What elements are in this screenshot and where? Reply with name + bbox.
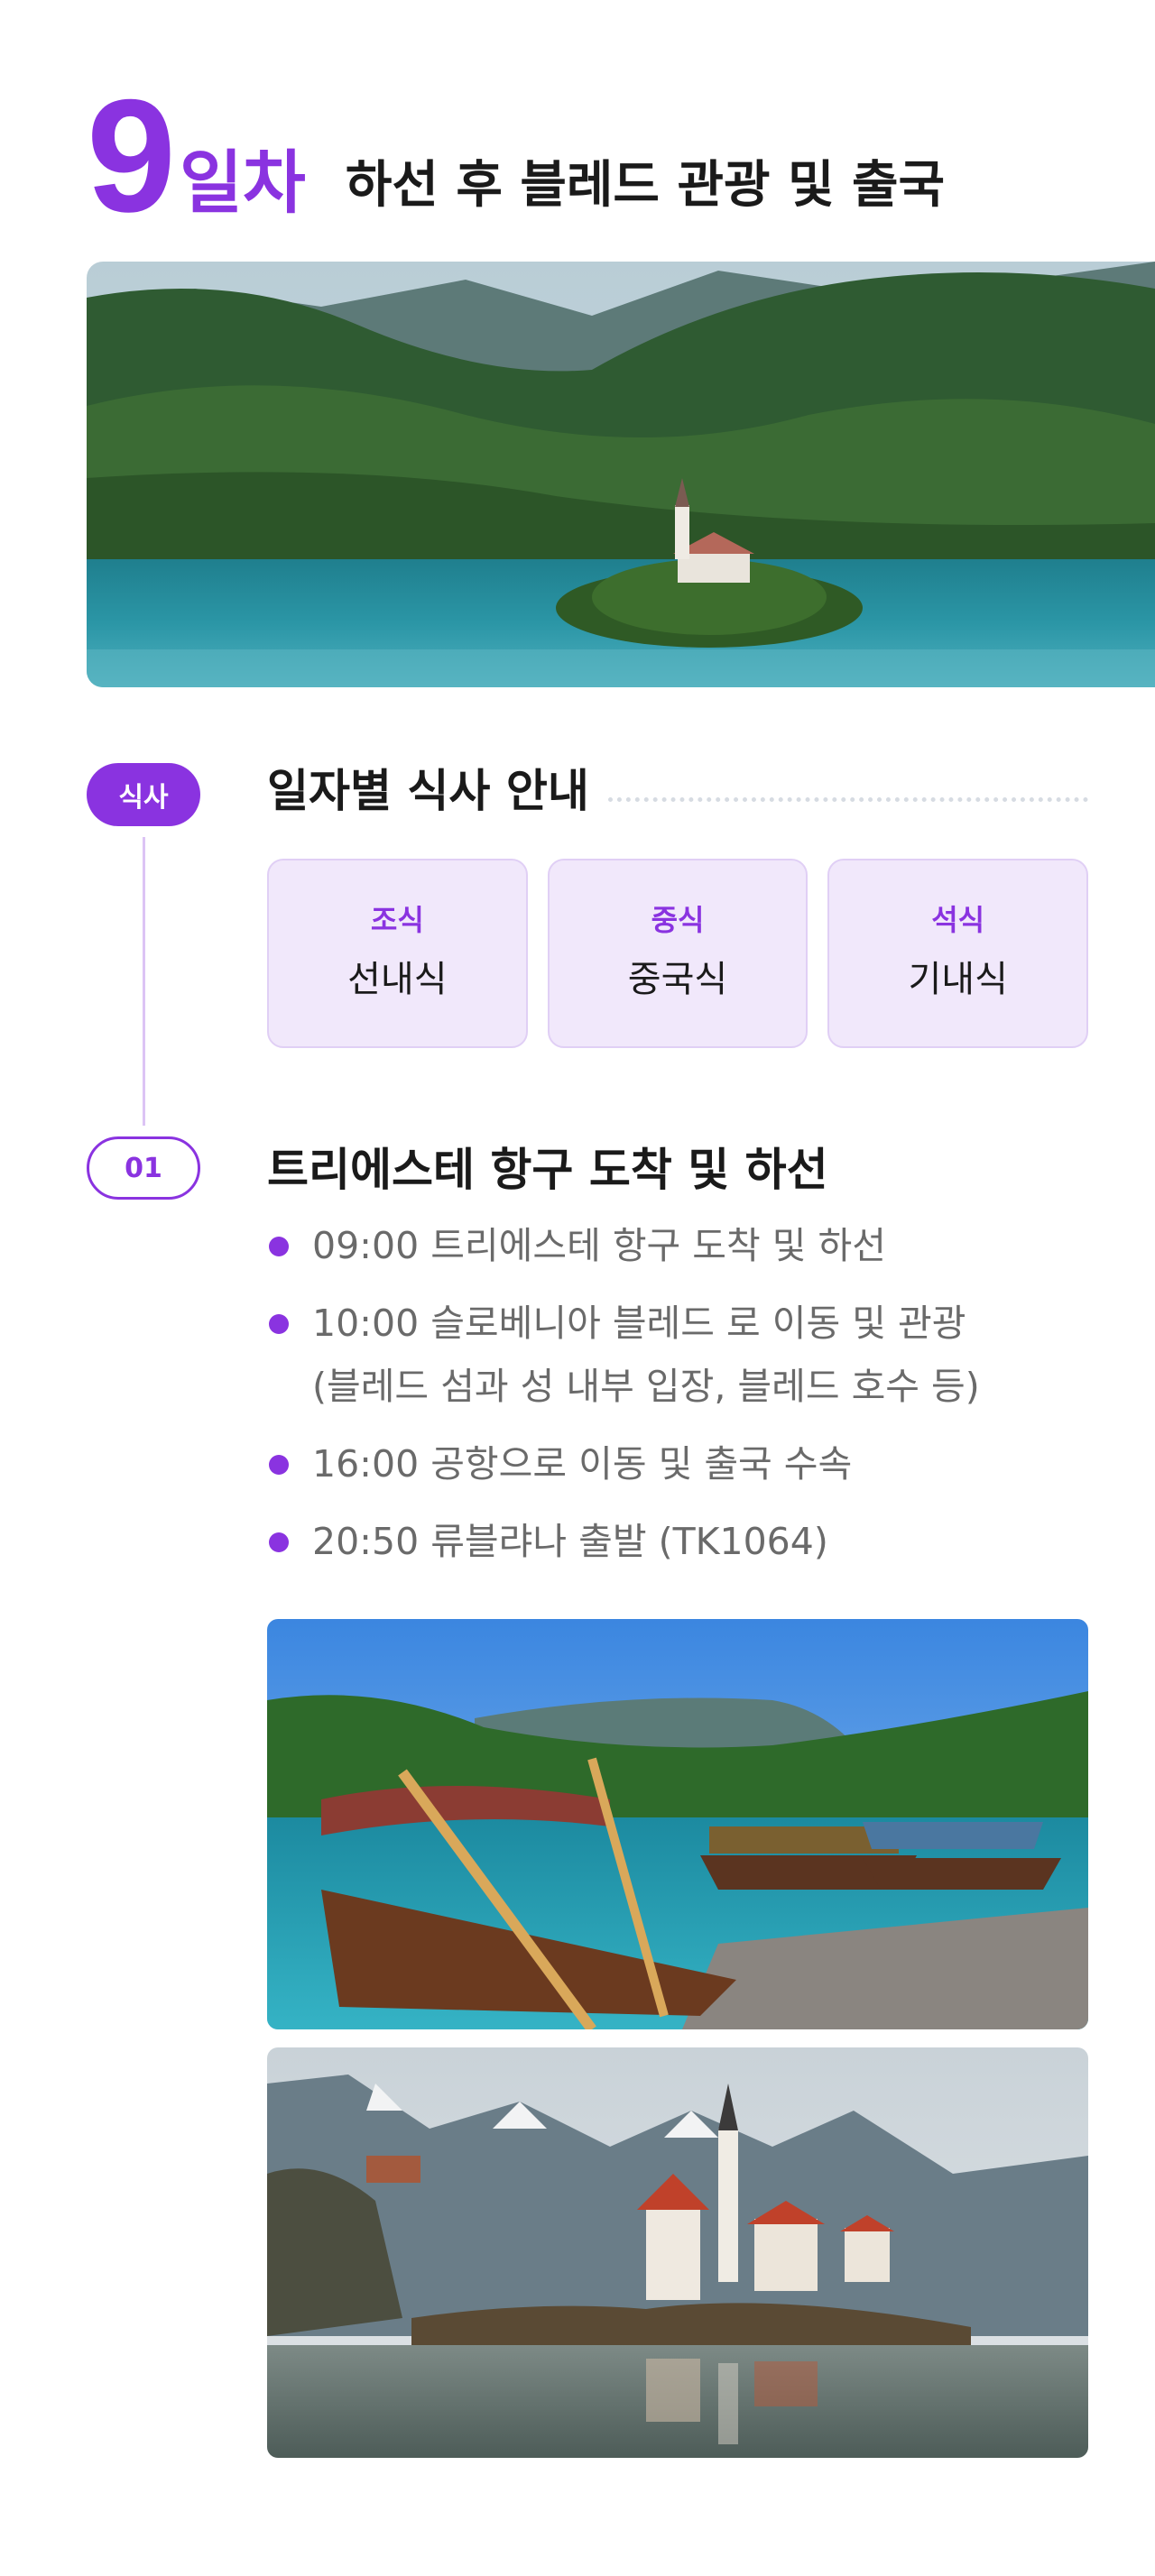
photo-bled-island-church: [267, 2047, 1088, 2458]
meal-value: 선내식: [347, 959, 448, 1000]
schedule-text: 20:50 류블랴나 출발 (TK1064): [312, 1520, 828, 1563]
bullet-dot-icon: [269, 1237, 289, 1256]
meal-card-breakfast: 조식 선내식: [267, 859, 528, 1048]
list-item: 10:00 슬로베니아 블레드 로 이동 및 관광 (블레드 섬과 성 내부 입…: [267, 1292, 1106, 1418]
meal-card-dinner: 석식 기내식: [827, 859, 1089, 1048]
bullet-dot-icon: [269, 1314, 289, 1334]
meal-value: 중국식: [627, 959, 728, 1000]
list-item: 16:00 공항으로 이동 및 출국 수속: [267, 1432, 1106, 1495]
dotted-divider: [608, 797, 1088, 802]
step-title: 트리에스테 항구 도착 및 하선: [267, 1144, 828, 1196]
photo-pletna-boats: [267, 1619, 1088, 2029]
meal-section-title: 일자별 식사 안내: [267, 765, 589, 817]
schedule-text: 16:00 공항으로 이동 및 출국 수속: [312, 1442, 853, 1486]
day-label: 일차: [180, 143, 306, 223]
meal-label: 중식: [651, 903, 705, 937]
schedule-list: 09:00 트리에스테 항구 도착 및 하선 10:00 슬로베니아 블레드 로…: [267, 1214, 1106, 1587]
list-item: 09:00 트리에스테 항구 도착 및 하선: [267, 1214, 1106, 1277]
schedule-text: 09:00 트리에스테 항구 도착 및 하선: [312, 1224, 886, 1267]
day-title: 하선 후 블레드 관광 및 출국: [345, 156, 946, 215]
meal-label: 석식: [931, 903, 985, 937]
meal-badge: 식사: [87, 763, 200, 826]
day-number: 9: [87, 66, 176, 245]
meal-card-lunch: 중식 중국식: [547, 859, 808, 1048]
bullet-dot-icon: [269, 1532, 289, 1552]
bullet-dot-icon: [269, 1455, 289, 1475]
schedule-text: 10:00 슬로베니아 블레드 로 이동 및 관광: [312, 1302, 966, 1345]
list-item: 20:50 류블랴나 출발 (TK1064): [267, 1510, 1106, 1573]
step-badge: 01: [87, 1136, 200, 1200]
day-header: 9 일차 하선 후 블레드 관광 및 출국: [87, 66, 946, 245]
timeline-line: [143, 837, 145, 1126]
meal-cards: 조식 선내식 중식 중국식 석식 기내식: [267, 859, 1089, 1048]
schedule-subtext: (블레드 섬과 성 내부 입장, 블레드 호수 등): [312, 1365, 980, 1408]
meal-value: 기내식: [908, 959, 1008, 1000]
hero-image-lake-bled: [87, 262, 1155, 687]
meal-label: 조식: [370, 903, 424, 937]
